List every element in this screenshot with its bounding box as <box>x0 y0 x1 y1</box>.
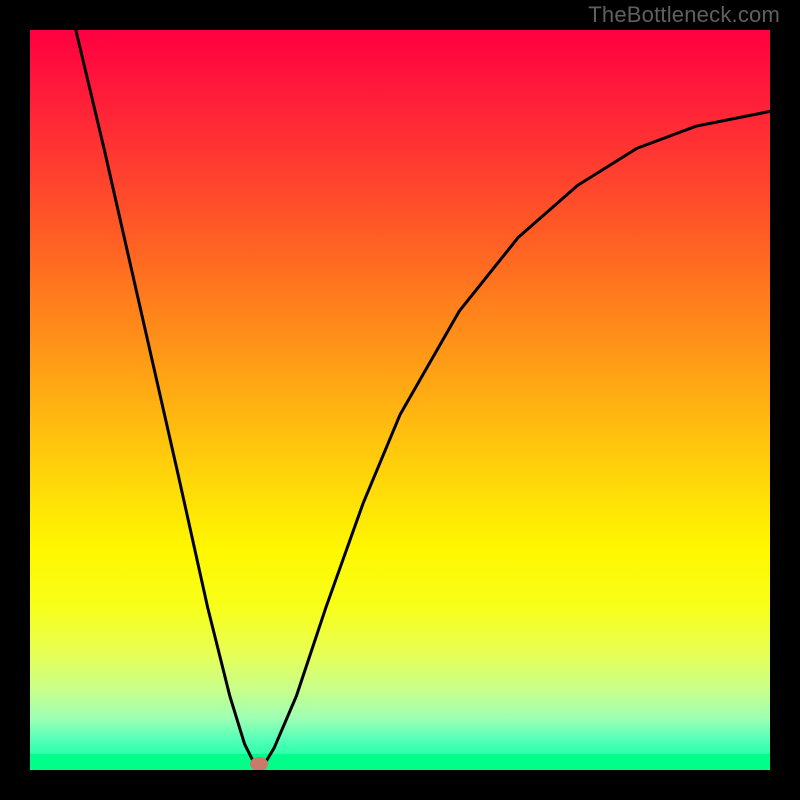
plot-area <box>30 30 770 770</box>
minimum-marker-icon <box>250 757 268 770</box>
watermark-label: TheBottleneck.com <box>588 2 780 28</box>
chart-frame: TheBottleneck.com <box>0 0 800 800</box>
bottleneck-curve <box>30 30 770 770</box>
